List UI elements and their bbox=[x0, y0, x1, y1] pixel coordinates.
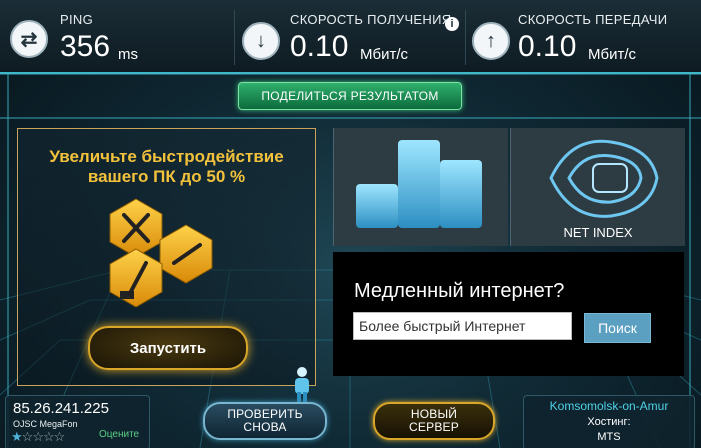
host-name: MTS bbox=[597, 431, 621, 443]
launch-button[interactable]: Запустить bbox=[88, 326, 248, 370]
star-icon[interactable]: ☆ bbox=[22, 429, 34, 444]
ping-value: 356 bbox=[60, 30, 111, 63]
search-ad-panel: Медленный интернет? Поиск bbox=[333, 252, 684, 376]
retest-line2: СНОВА bbox=[243, 420, 287, 434]
client-info: 85.26.241.225 OJSC MegaFon ★☆☆☆☆ Оцените bbox=[5, 395, 150, 448]
star-icon[interactable]: ★ bbox=[11, 429, 23, 444]
rate-label[interactable]: Оцените bbox=[99, 429, 139, 440]
search-input[interactable] bbox=[353, 312, 572, 340]
user-location-icon bbox=[295, 367, 309, 404]
metrics-bar: ⇄ PING 356 ms ↓ СКОРОСТЬ ПОЛУЧЕНИЯ i 0.1… bbox=[0, 0, 701, 74]
new-server-button[interactable]: НОВЫЙ СЕРВЕР bbox=[373, 402, 495, 440]
ping-metric: ⇄ PING 356 ms bbox=[10, 6, 225, 66]
download-label: СКОРОСТЬ ПОЛУЧЕНИЯ bbox=[290, 12, 452, 27]
download-unit: Мбит/с bbox=[360, 46, 409, 63]
net-index-logo-icon bbox=[549, 139, 659, 218]
client-ip: 85.26.241.225 bbox=[13, 400, 109, 417]
divider bbox=[465, 10, 466, 65]
net-index-label: NET INDEX bbox=[563, 225, 633, 240]
transfer-arrows-icon: ⇄ bbox=[10, 20, 48, 58]
ad-panel: Увеличьте быстродействие вашего ПК до 50… bbox=[17, 128, 316, 386]
bar-chart-icon bbox=[356, 140, 482, 228]
download-metric: ↓ СКОРОСТЬ ПОЛУЧЕНИЯ i 0.10 Мбит/с bbox=[242, 6, 462, 66]
ping-unit: ms bbox=[118, 46, 138, 63]
search-title: Медленный интернет? bbox=[354, 280, 565, 302]
ad-title-line2: вашего ПК до 50 % bbox=[87, 167, 246, 186]
upload-label: СКОРОСТЬ ПЕРЕДАЧИ bbox=[518, 12, 668, 27]
host-label: Хостинг: bbox=[587, 416, 631, 428]
star-icon[interactable]: ☆ bbox=[54, 429, 66, 444]
info-icon[interactable]: i bbox=[445, 17, 459, 31]
rating-stars[interactable]: ★☆☆☆☆ bbox=[11, 429, 66, 445]
host-city: Komsomolsk-on-Amur bbox=[549, 399, 669, 413]
tools-honeycomb-icon bbox=[109, 198, 213, 307]
ad-title-line1: Увеличьте быстродействие bbox=[49, 147, 284, 166]
upload-arrow-icon: ↑ bbox=[472, 22, 510, 60]
client-isp: OJSC MegaFon bbox=[13, 419, 78, 429]
upload-metric: ↑ СКОРОСТЬ ПЕРЕДАЧИ 0.10 Мбит/с bbox=[472, 6, 692, 66]
net-index-panel[interactable]: NET INDEX bbox=[510, 128, 685, 246]
ping-label: PING bbox=[60, 12, 93, 27]
speedtest-stage: ⇄ PING 356 ms ↓ СКОРОСТЬ ПОЛУЧЕНИЯ i 0.1… bbox=[0, 0, 701, 448]
upload-unit: Мбит/с bbox=[588, 46, 637, 63]
ad-title: Увеличьте быстродействие вашего ПК до 50… bbox=[18, 147, 315, 187]
search-button[interactable]: Поиск bbox=[584, 313, 651, 343]
retest-button[interactable]: ПРОВЕРИТЬ СНОВА bbox=[203, 402, 327, 440]
download-arrow-icon: ↓ bbox=[242, 22, 280, 60]
share-result-button[interactable]: ПОДЕЛИТЬСЯ РЕЗУЛЬТАТОМ bbox=[238, 82, 462, 110]
star-icon[interactable]: ☆ bbox=[43, 429, 55, 444]
divider bbox=[234, 10, 235, 65]
new-server-line2: СЕРВЕР bbox=[409, 420, 459, 434]
upload-value: 0.10 bbox=[518, 30, 577, 63]
results-chart-panel[interactable] bbox=[333, 128, 508, 246]
star-icon[interactable]: ☆ bbox=[32, 429, 44, 444]
host-info: Komsomolsk-on-Amur Хостинг: MTS bbox=[523, 395, 695, 448]
download-value: 0.10 bbox=[290, 30, 349, 63]
